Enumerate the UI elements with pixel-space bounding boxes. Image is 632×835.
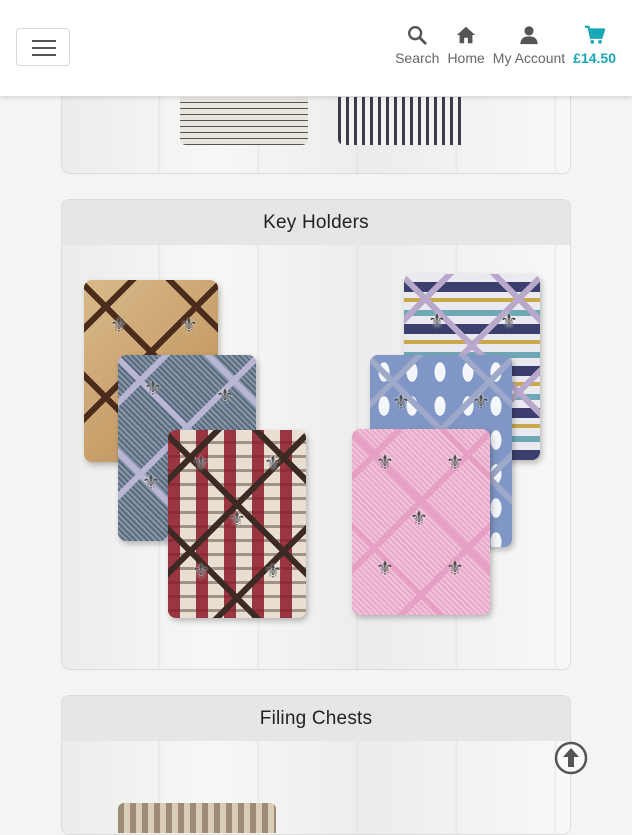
hook-icon: ⚜ — [446, 558, 464, 580]
hamburger-line — [32, 40, 56, 42]
product-filing-chest — [118, 803, 276, 833]
hook-icon: ⚜ — [180, 315, 198, 337]
nav-search-label: Search — [395, 50, 440, 66]
nav-account[interactable]: My Account — [493, 24, 565, 66]
hook-icon: ⚜ — [216, 386, 234, 408]
nav-search[interactable]: Search — [395, 24, 439, 66]
hook-icon: ⚜ — [446, 452, 464, 474]
nav-account-label: My Account — [492, 50, 566, 66]
hook-icon: ⚜ — [392, 392, 410, 414]
hamburger-line — [32, 47, 56, 49]
category-title: Filing Chests — [259, 708, 373, 729]
site-header: Search Home My Account £14.50 — [0, 0, 632, 96]
hook-icon: ⚜ — [192, 453, 210, 475]
hook-icon: ⚜ — [144, 378, 162, 400]
hook-icon: ⚜ — [376, 452, 394, 474]
memo-board-squares: ⚜ ⚜ ⚜ ⚜ ⚜ — [168, 430, 306, 618]
cart-total: £14.50 — [573, 50, 616, 66]
back-to-top-button[interactable] — [554, 741, 588, 775]
memo-board-pink: ⚜ ⚜ ⚜ ⚜ ⚜ — [352, 429, 490, 615]
category-image — [62, 741, 570, 834]
hook-icon: ⚜ — [192, 561, 210, 583]
hook-icon: ⚜ — [264, 453, 282, 475]
nav-home-label: Home — [447, 50, 485, 66]
hook-icon: ⚜ — [376, 558, 394, 580]
hook-icon: ⚜ — [264, 561, 282, 583]
menu-toggle-button[interactable] — [16, 28, 70, 66]
category-card-filing-chests[interactable]: Filing Chests — [61, 695, 571, 835]
nav-cart[interactable]: £14.50 — [573, 24, 616, 66]
user-icon — [520, 26, 538, 45]
arrow-up-circle-icon — [554, 741, 588, 775]
product-box-music-print — [180, 97, 308, 145]
search-icon — [408, 26, 427, 45]
hamburger-line — [32, 54, 56, 56]
hook-icon: ⚜ — [410, 508, 428, 530]
hook-icon: ⚜ — [110, 315, 128, 337]
hook-icon: ⚜ — [500, 311, 518, 333]
top-nav: Search Home My Account £14.50 — [395, 24, 616, 66]
category-image: ⚜ ⚜ ⚜ ⚜ ⚜ ⚜ ⚜ ⚜ ⚜ ⚜ ⚜ ⚜ ⚜ ⚜ ⚜ ⚜ ⚜ ⚜ ⚜ — [62, 245, 570, 669]
category-card-key-holders[interactable]: Key Holders ⚜ ⚜ ⚜ ⚜ ⚜ ⚜ ⚜ ⚜ ⚜ ⚜ ⚜ ⚜ ⚜ ⚜ … — [61, 199, 571, 670]
home-icon — [456, 26, 476, 44]
hook-icon: ⚜ — [142, 472, 160, 494]
hook-icon: ⚜ — [472, 392, 490, 414]
cart-icon — [584, 25, 605, 44]
hook-icon: ⚜ — [228, 509, 246, 531]
product-box-striped — [338, 97, 466, 145]
category-title: Key Holders — [263, 212, 369, 233]
nav-home[interactable]: Home — [447, 24, 485, 66]
hook-icon: ⚜ — [428, 311, 446, 333]
